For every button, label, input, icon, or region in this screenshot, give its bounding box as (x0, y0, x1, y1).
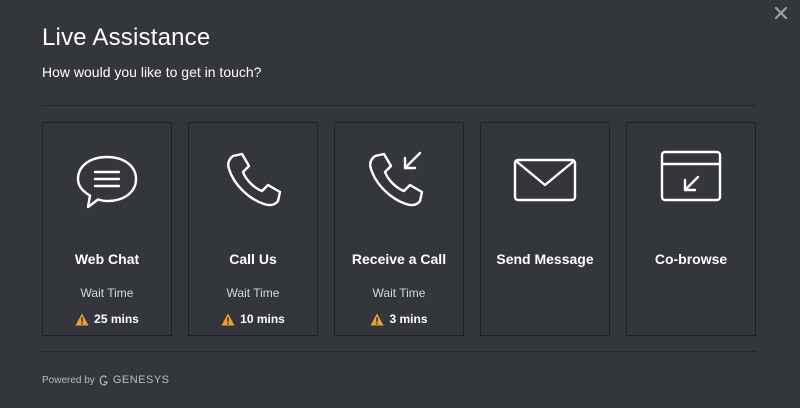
wait-time-label: Wait Time (80, 286, 134, 300)
dialog-subtitle: How would you like to get in touch? (42, 64, 262, 80)
wait-time-label: Wait Time (226, 286, 280, 300)
bottom-divider (42, 351, 756, 352)
powered-by-text: Powered by (42, 374, 95, 386)
wait-time-text: 25 mins (94, 312, 139, 326)
wait-time-text: 3 mins (389, 312, 428, 326)
phone-icon (189, 145, 317, 215)
option-label: Web Chat (74, 251, 140, 267)
envelope-icon (481, 145, 609, 215)
contact-options: Web Chat Wait Time 25 mins Call Us Wait … (42, 122, 756, 336)
receive-a-call-option[interactable]: Receive a Call Wait Time 3 mins (334, 122, 464, 336)
wait-time-text: 10 mins (240, 312, 285, 326)
wait-time-label: Wait Time (372, 286, 426, 300)
chat-bubble-icon (43, 145, 171, 215)
option-label: Co-browse (654, 251, 728, 267)
top-divider (42, 105, 756, 106)
web-chat-option[interactable]: Web Chat Wait Time 25 mins (42, 122, 172, 336)
dialog-title: Live Assistance (42, 24, 211, 51)
option-label: Send Message (496, 251, 594, 267)
send-message-option[interactable]: Send Message (480, 122, 610, 336)
wait-time-value: 25 mins (43, 312, 171, 326)
call-us-option[interactable]: Call Us Wait Time 10 mins (188, 122, 318, 336)
warning-icon (221, 313, 235, 325)
option-label: Receive a Call (351, 251, 447, 267)
genesys-logo-icon (99, 374, 108, 386)
option-label: Call Us (229, 251, 277, 267)
cobrowse-icon (627, 145, 755, 215)
phone-incoming-icon (335, 145, 463, 215)
wait-time-value: 3 mins (335, 312, 463, 326)
close-icon[interactable] (772, 4, 790, 22)
warning-icon (370, 313, 384, 325)
powered-by-footer: Powered by GENESYS (42, 374, 170, 386)
warning-icon (75, 313, 89, 325)
co-browse-option[interactable]: Co-browse (626, 122, 756, 336)
brand-name: GENESYS (112, 374, 170, 386)
wait-time-value: 10 mins (189, 312, 317, 326)
